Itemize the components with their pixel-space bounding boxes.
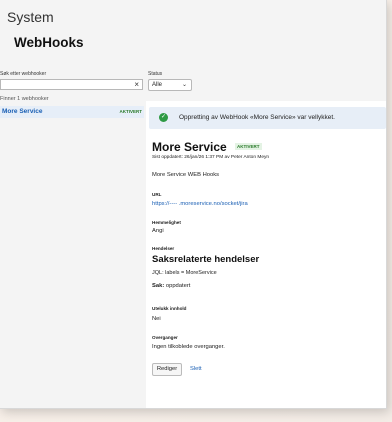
secret-label: Hemmelighet	[152, 220, 181, 225]
events-label: Hendelser	[152, 246, 175, 251]
url-label: URL	[152, 192, 162, 197]
transitions-label: Overganger	[152, 335, 178, 340]
webhook-list-item[interactable]: More Service AKTIVERT	[0, 106, 144, 118]
page-title: WebHooks	[14, 35, 84, 50]
chevron-down-icon: ⌄	[181, 82, 187, 88]
clear-icon[interactable]: ×	[134, 80, 139, 90]
exclude-label: Utelukk innhold	[152, 306, 187, 311]
transitions-value: Ingen tilkoblede overganger.	[152, 344, 225, 350]
search-label: Søk etter webhooker	[0, 71, 47, 77]
system-title: System	[7, 9, 54, 25]
status-select[interactable]: Alle ⌄	[148, 79, 192, 91]
check-icon: ✓	[159, 113, 168, 122]
description: More Service WEB Hooks	[152, 172, 220, 178]
status-badge: AKTIVERT	[119, 109, 143, 114]
detail-title: More Service	[152, 140, 227, 154]
toast-message: Oppretting av WebHook «More Service» var…	[179, 114, 335, 121]
jql-text: JQL: labels = MoreService	[152, 270, 217, 276]
events-title: Saksrelaterte hendelser	[152, 254, 260, 265]
detail-status-badge: AKTIVERT	[235, 143, 262, 150]
edit-button[interactable]: Rediger	[152, 363, 182, 376]
webhook-url[interactable]: https://---- .moreservice.no/socket/jira	[152, 201, 248, 207]
exclude-value: Nei	[152, 316, 161, 322]
status-label: Status	[148, 71, 163, 77]
secret-value: Angi	[152, 228, 164, 234]
issue-event: Sak: oppdatert	[152, 283, 190, 289]
search-input[interactable]: ×	[0, 79, 143, 90]
last-updated: Sist oppdatert: 26/jan/26 1:37 PM av Pet…	[152, 155, 270, 160]
result-count: Finner 1 webhooker	[0, 96, 49, 102]
delete-link[interactable]: Slett	[190, 366, 202, 372]
webhook-name: More Service	[2, 108, 43, 115]
issue-value: oppdatert	[165, 283, 191, 289]
success-toast: ✓ Oppretting av WebHook «More Service» v…	[149, 107, 386, 129]
issue-prefix: Sak:	[152, 283, 165, 289]
status-value: Alle	[152, 82, 163, 88]
app-window: System WebHooks Søk etter webhooker × St…	[0, 0, 387, 409]
